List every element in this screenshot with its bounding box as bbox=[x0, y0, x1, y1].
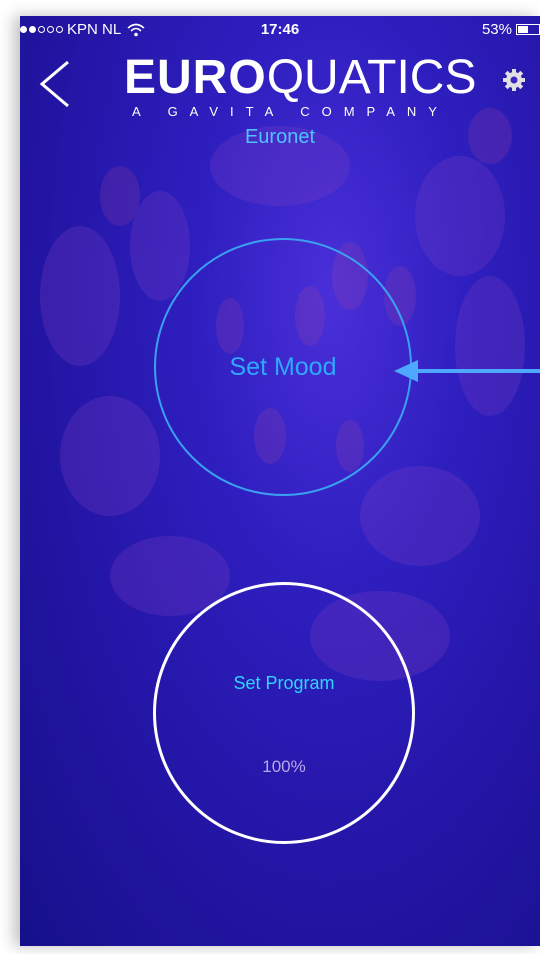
status-bar: KPN NL 17:46 53% bbox=[20, 16, 540, 46]
set-program-label: Set Program bbox=[233, 673, 335, 693]
set-mood-label: Set Mood bbox=[229, 352, 337, 381]
program-intensity: 100% bbox=[262, 757, 306, 776]
device-frame: KPN NL 17:46 53% EUROQUATICS A GAVITA CO… bbox=[0, 0, 540, 954]
battery-icon bbox=[516, 24, 540, 35]
logo-bold: EURO bbox=[124, 51, 267, 104]
status-time: 17:46 bbox=[260, 21, 300, 38]
logo-thin: QUATICS bbox=[266, 51, 477, 104]
device-name: Euronet bbox=[244, 126, 316, 148]
set-mood-button[interactable]: Set Mood bbox=[154, 238, 412, 496]
app-screen: KPN NL 17:46 53% EUROQUATICS A GAVITA CO… bbox=[20, 16, 540, 946]
back-chevron-icon[interactable] bbox=[34, 58, 74, 110]
status-right: 53% bbox=[482, 21, 540, 38]
battery-level bbox=[518, 26, 528, 33]
set-program-button[interactable]: Set Program 100% bbox=[153, 582, 415, 844]
arrow-left-icon bbox=[394, 360, 540, 382]
app-logo: EUROQUATICS A GAVITA COMPANY bbox=[124, 51, 476, 120]
gear-icon[interactable] bbox=[502, 68, 526, 92]
logo-subtitle: A GAVITA COMPANY bbox=[132, 104, 449, 119]
battery-percent: 53% bbox=[481, 21, 512, 38]
logo-wordmark: EUROQUATICS bbox=[124, 51, 476, 104]
